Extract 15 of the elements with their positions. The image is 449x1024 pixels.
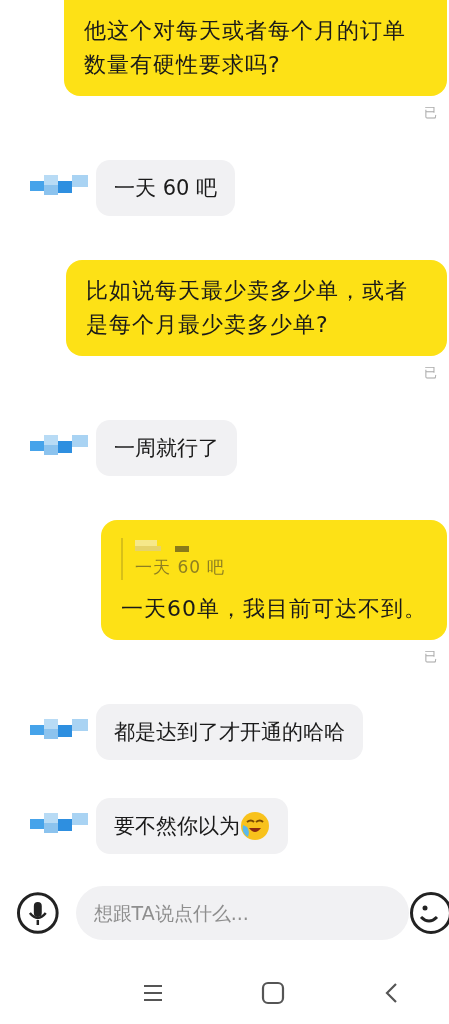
message-input[interactable]: 想跟TA说点什么... [75, 886, 409, 940]
message-text: 要不然你以为 [114, 813, 240, 840]
read-status: 已 [424, 104, 437, 122]
message-text: 一周就行了 [114, 435, 219, 462]
message-text: 他这个对每天或者每个月的订单数量有硬性要求吗? [84, 18, 406, 77]
smiley-icon[interactable] [409, 891, 449, 935]
read-status: 已 [424, 364, 437, 382]
message-text: 一天60单，我目前可达不到。 [121, 596, 427, 621]
read-status: 已 [424, 648, 437, 666]
quoted-text: 一天 60 吧 [135, 556, 227, 578]
message-text: 都是达到了才开通的哈哈 [114, 719, 345, 746]
microphone-icon[interactable] [16, 891, 60, 935]
message-text: 一天 60 吧 [114, 175, 218, 202]
home-icon[interactable] [259, 980, 286, 1006]
message-text: 比如说每天最少卖多少单，或者是每个月最少卖多少单? [86, 278, 408, 337]
